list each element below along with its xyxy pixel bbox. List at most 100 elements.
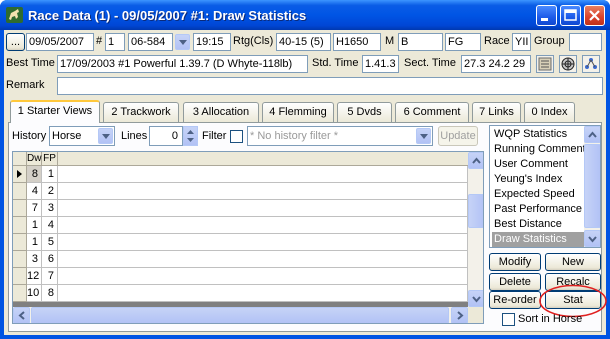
grid-horizontal-scrollbar[interactable] (13, 307, 468, 323)
list-item[interactable]: Past Performance (492, 202, 584, 217)
m-field[interactable]: B (398, 33, 443, 51)
tab-dvds[interactable]: 5 Dvds (337, 102, 392, 122)
going-field[interactable]: FG (445, 33, 481, 51)
views-scrollbar[interactable] (584, 126, 600, 247)
globe-icon[interactable] (559, 55, 577, 73)
list-item[interactable]: Yeung's Index (492, 172, 584, 187)
list-item[interactable]: Best Distance (492, 217, 584, 232)
views-list[interactable]: WQP Statistics Running Comment User Commen… (489, 125, 601, 248)
cell-dw[interactable]: 8 (27, 166, 42, 183)
race-time-field[interactable]: 19:15 (193, 33, 231, 51)
modify-button[interactable]: Modify (489, 253, 541, 271)
maximize-button[interactable] (560, 5, 581, 26)
title-bar[interactable]: Race Data (1) - 09/05/2007 #1: Draw Stat… (0, 0, 610, 30)
best-time-field[interactable]: 17/09/2003 #1 Powerful 1.39.7 (D Whyte-1… (57, 55, 308, 73)
cell-fp[interactable]: 5 (42, 234, 58, 251)
cell-fp[interactable]: 2 (42, 183, 58, 200)
starter-grid[interactable]: Dw FP 8 1 4 2 7 3 1 4 1 5 3 6 12 7 10 8 (12, 151, 484, 324)
cell-fp[interactable]: 6 (42, 251, 58, 268)
scroll-down-icon[interactable] (468, 290, 483, 307)
column-header-fp[interactable]: FP (42, 152, 58, 166)
list-item[interactable]: Draw Statistics (492, 232, 584, 247)
cell-fp[interactable]: 8 (42, 285, 58, 302)
table-row[interactable] (58, 285, 468, 302)
grid-vscroll-thumb[interactable] (468, 194, 483, 228)
network-icon[interactable] (582, 55, 600, 73)
scroll-up-icon[interactable] (584, 126, 600, 143)
update-button[interactable]: Update (438, 126, 478, 146)
scroll-right-icon[interactable] (451, 307, 468, 323)
race-field[interactable]: YII (512, 33, 531, 51)
sort-in-horse-checkbox[interactable] (502, 313, 515, 326)
table-row[interactable] (58, 217, 468, 234)
calculator-icon[interactable] (536, 55, 554, 73)
std-time-field[interactable]: 1.41.3 (362, 55, 399, 73)
views-scroll-thumb[interactable] (584, 144, 600, 228)
list-item[interactable]: Running Comment (492, 142, 586, 157)
tab-starter-views[interactable]: 1 Starter Views (10, 100, 100, 123)
cell-fp[interactable]: 7 (42, 268, 58, 285)
close-button[interactable] (584, 5, 605, 26)
list-item[interactable]: User Comment (492, 157, 584, 172)
tab-comment[interactable]: 6 Comment (395, 102, 469, 122)
cell-dw[interactable]: 7 (27, 200, 42, 217)
row-header[interactable] (13, 234, 27, 251)
tab-allocation[interactable]: 3 Allocation (183, 102, 259, 122)
row-header[interactable] (13, 251, 27, 268)
rating-field[interactable]: 40-15 (5) (276, 33, 331, 51)
row-header[interactable] (13, 285, 27, 302)
group-field[interactable] (569, 33, 602, 51)
grid-vertical-scrollbar[interactable] (468, 152, 483, 307)
row-header[interactable] (13, 200, 27, 217)
scroll-up-icon[interactable] (468, 152, 483, 169)
grid-hscroll-thumb[interactable] (31, 307, 449, 323)
cell-dw[interactable]: 10 (27, 285, 42, 302)
minimize-button[interactable] (536, 5, 557, 26)
cell-fp[interactable]: 3 (42, 200, 58, 217)
delete-button[interactable]: Delete (489, 273, 541, 291)
tab-index[interactable]: 0 Index (524, 102, 575, 122)
history-dropdown-icon[interactable] (98, 128, 113, 144)
history-filter-input[interactable]: * No history filter * (247, 126, 433, 146)
sect-time-label: Sect. Time (404, 57, 456, 69)
table-row[interactable] (58, 183, 468, 200)
race-code-dropdown-icon[interactable] (175, 34, 190, 50)
new-button[interactable]: New (545, 253, 601, 271)
lines-spinner[interactable] (183, 126, 198, 146)
row-header[interactable] (13, 268, 27, 285)
cell-dw[interactable]: 1 (27, 217, 42, 234)
table-row[interactable] (58, 251, 468, 268)
cell-dw[interactable]: 1 (27, 234, 42, 251)
race-date-field[interactable]: 09/05/2007 (26, 33, 94, 51)
list-item[interactable]: Expected Speed (492, 187, 584, 202)
list-item[interactable]: WQP Statistics (492, 127, 584, 142)
row-header[interactable] (13, 217, 27, 234)
filter-checkbox[interactable] (230, 130, 243, 143)
row-header[interactable] (13, 166, 27, 183)
tab-trackwork[interactable]: 2 Trackwork (103, 102, 179, 122)
tab-flemming[interactable]: 4 Flemming (262, 102, 334, 122)
sect-time-field[interactable]: 27.3 24.2 29 (461, 55, 531, 73)
scroll-down-icon[interactable] (584, 230, 600, 247)
reorder-button[interactable]: Re-order (489, 291, 541, 309)
race-no-field[interactable]: 1 (105, 33, 125, 51)
tab-links[interactable]: 7 Links (472, 102, 521, 122)
lines-field[interactable]: 0 (149, 126, 183, 146)
scroll-left-icon[interactable] (13, 307, 30, 323)
cell-dw[interactable]: 12 (27, 268, 42, 285)
filter-dropdown-icon[interactable] (416, 128, 431, 144)
table-row[interactable] (58, 234, 468, 251)
distance-field[interactable]: H1650 (333, 33, 381, 51)
remark-field[interactable] (57, 77, 603, 95)
cell-fp[interactable]: 4 (42, 217, 58, 234)
table-row[interactable] (58, 200, 468, 217)
table-row[interactable] (58, 166, 468, 183)
ellipsis-button[interactable]: ... (6, 33, 25, 51)
race-code-field[interactable]: 06-584 (128, 33, 173, 51)
column-header-dw[interactable]: Dw (27, 152, 42, 166)
table-row[interactable] (58, 268, 468, 285)
cell-dw[interactable]: 3 (27, 251, 42, 268)
cell-dw[interactable]: 4 (27, 183, 42, 200)
cell-fp[interactable]: 1 (42, 166, 58, 183)
row-header[interactable] (13, 183, 27, 200)
